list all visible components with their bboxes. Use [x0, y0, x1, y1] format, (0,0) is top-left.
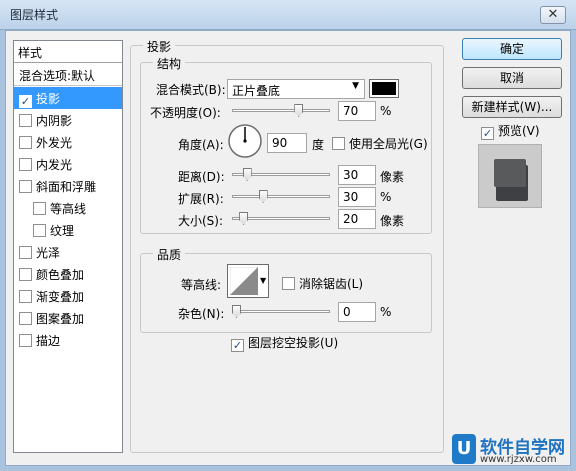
spread-slider[interactable] [232, 195, 330, 198]
style-item-label: 图案叠加 [36, 312, 85, 326]
angle-dial[interactable] [227, 123, 263, 159]
noise-unit: % [380, 305, 392, 319]
global-light-label: 使用全局光(G) [349, 137, 428, 151]
checkbox-contour[interactable] [33, 202, 46, 215]
style-item-label: 渐变叠加 [36, 290, 85, 304]
blend-mode-select[interactable]: 正片叠底 ▼ [227, 79, 365, 99]
spread-unit: % [380, 190, 392, 204]
anti-alias-option[interactable]: 消除锯齿(L) [282, 275, 363, 292]
style-item-pattern-overlay[interactable]: 图案叠加 [14, 307, 122, 329]
quality-title: 品质 [153, 246, 186, 263]
size-label: 大小(S): [178, 214, 224, 228]
new-style-button[interactable]: 新建样式(W)... [462, 96, 562, 118]
style-item-stroke[interactable]: 描边 [14, 329, 122, 351]
checkbox-inner-shadow[interactable] [19, 114, 32, 127]
style-item-outer-glow[interactable]: 外发光 [14, 131, 122, 153]
checkbox-gradient-overlay[interactable] [19, 290, 32, 303]
checkbox-pattern-overlay[interactable] [19, 312, 32, 325]
global-light-checkbox[interactable] [332, 137, 345, 150]
shadow-color-swatch[interactable] [369, 79, 399, 98]
style-item-label: 颜色叠加 [36, 268, 85, 282]
global-light-option[interactable]: 使用全局光(G) [332, 135, 428, 152]
opacity-label: 不透明度(O): [150, 106, 221, 120]
checkbox-stroke[interactable] [19, 334, 32, 347]
spread-label: 扩展(R): [178, 192, 224, 206]
style-item-label: 光泽 [36, 246, 61, 260]
style-item-label: 外发光 [36, 136, 73, 150]
structure-title: 结构 [153, 55, 186, 72]
style-item-inner-shadow[interactable]: 内阴影 [14, 109, 122, 131]
watermark: U 软件自学网 www.rjzxw.com [452, 432, 576, 471]
style-item-label: 等高线 [50, 202, 87, 216]
style-preview [478, 144, 542, 208]
distance-unit: 像素 [380, 170, 405, 184]
angle-input[interactable]: 90 [267, 133, 307, 153]
chevron-down-icon: ▼ [260, 276, 267, 285]
ok-button[interactable]: 确定 [462, 38, 562, 60]
spread-input[interactable]: 30 [338, 187, 376, 207]
opacity-input[interactable]: 70 [338, 101, 376, 121]
style-item-color-overlay[interactable]: 颜色叠加 [14, 263, 122, 285]
checkbox-outer-glow[interactable] [19, 136, 32, 149]
opacity-slider[interactable] [232, 109, 330, 112]
style-item-inner-glow[interactable]: 内发光 [14, 153, 122, 175]
style-item-texture[interactable]: 纹理 [14, 219, 122, 241]
close-button[interactable]: ✕ [540, 6, 566, 24]
checkbox-inner-glow[interactable] [19, 158, 32, 171]
cancel-button[interactable]: 取消 [462, 67, 562, 89]
anti-alias-label: 消除锯齿(L) [299, 277, 364, 291]
style-item-label: 纹理 [50, 224, 75, 238]
size-input[interactable]: 20 [338, 209, 376, 229]
contour-preview-icon [230, 267, 258, 295]
style-list: 样式 混合选项:默认 投影 内阴影 外发光 内发光 斜面和浮雕 等高线 纹理 光… [13, 40, 123, 453]
size-unit: 像素 [380, 214, 405, 228]
style-item-contour[interactable]: 等高线 [14, 197, 122, 219]
style-item-drop-shadow[interactable]: 投影 [14, 87, 122, 109]
style-item-label: 内发光 [36, 158, 73, 172]
watermark-url: www.rjzxw.com [480, 454, 557, 465]
checkbox-drop-shadow[interactable] [19, 95, 32, 108]
contour-picker[interactable]: ▼ [227, 264, 269, 298]
blend-mode-value: 正片叠底 [232, 84, 281, 98]
checkbox-satin[interactable] [19, 246, 32, 259]
noise-input[interactable]: 0 [338, 302, 376, 322]
knockout-option[interactable]: 图层挖空投影(U) [231, 334, 338, 352]
blend-options-item[interactable]: 混合选项:默认 [14, 64, 122, 86]
opacity-unit: % [380, 104, 392, 118]
knockout-checkbox[interactable] [231, 339, 244, 352]
window-title: 图层样式 [10, 8, 59, 22]
angle-label: 角度(A): [178, 138, 224, 152]
preview-label: 预览(V) [498, 124, 540, 138]
checkbox-bevel-emboss[interactable] [19, 180, 32, 193]
watermark-logo: U [452, 434, 476, 464]
preview-option[interactable]: 预览(V) [481, 122, 540, 140]
noise-slider[interactable] [232, 310, 330, 313]
style-item-label: 内阴影 [36, 114, 73, 128]
noise-label: 杂色(N): [178, 307, 225, 321]
style-list-header[interactable]: 样式 [14, 41, 122, 63]
shadow-color-fill [372, 82, 396, 95]
checkbox-color-overlay[interactable] [19, 268, 32, 281]
angle-dial-center [243, 139, 247, 143]
close-icon: ✕ [547, 7, 559, 22]
checkbox-texture[interactable] [33, 224, 46, 237]
style-item-gradient-overlay[interactable]: 渐变叠加 [14, 285, 122, 307]
drop-shadow-title: 投影 [143, 38, 176, 55]
angle-unit: 度 [312, 138, 325, 152]
title-bar[interactable] [0, 0, 576, 30]
preview-checkbox[interactable] [481, 127, 494, 140]
anti-alias-checkbox[interactable] [282, 277, 295, 290]
style-item-satin[interactable]: 光泽 [14, 241, 122, 263]
contour-label: 等高线: [181, 278, 222, 292]
style-item-label: 斜面和浮雕 [36, 180, 97, 194]
distance-input[interactable]: 30 [338, 165, 376, 185]
style-item-label: 描边 [36, 334, 61, 348]
distance-label: 距离(D): [178, 170, 225, 184]
knockout-label: 图层挖空投影(U) [248, 336, 339, 350]
blend-mode-label: 混合模式(B): [156, 83, 226, 97]
chevron-down-icon: ▼ [352, 81, 359, 91]
style-item-label: 投影 [36, 92, 61, 106]
style-item-bevel-emboss[interactable]: 斜面和浮雕 [14, 175, 122, 197]
preview-shape [494, 159, 526, 187]
